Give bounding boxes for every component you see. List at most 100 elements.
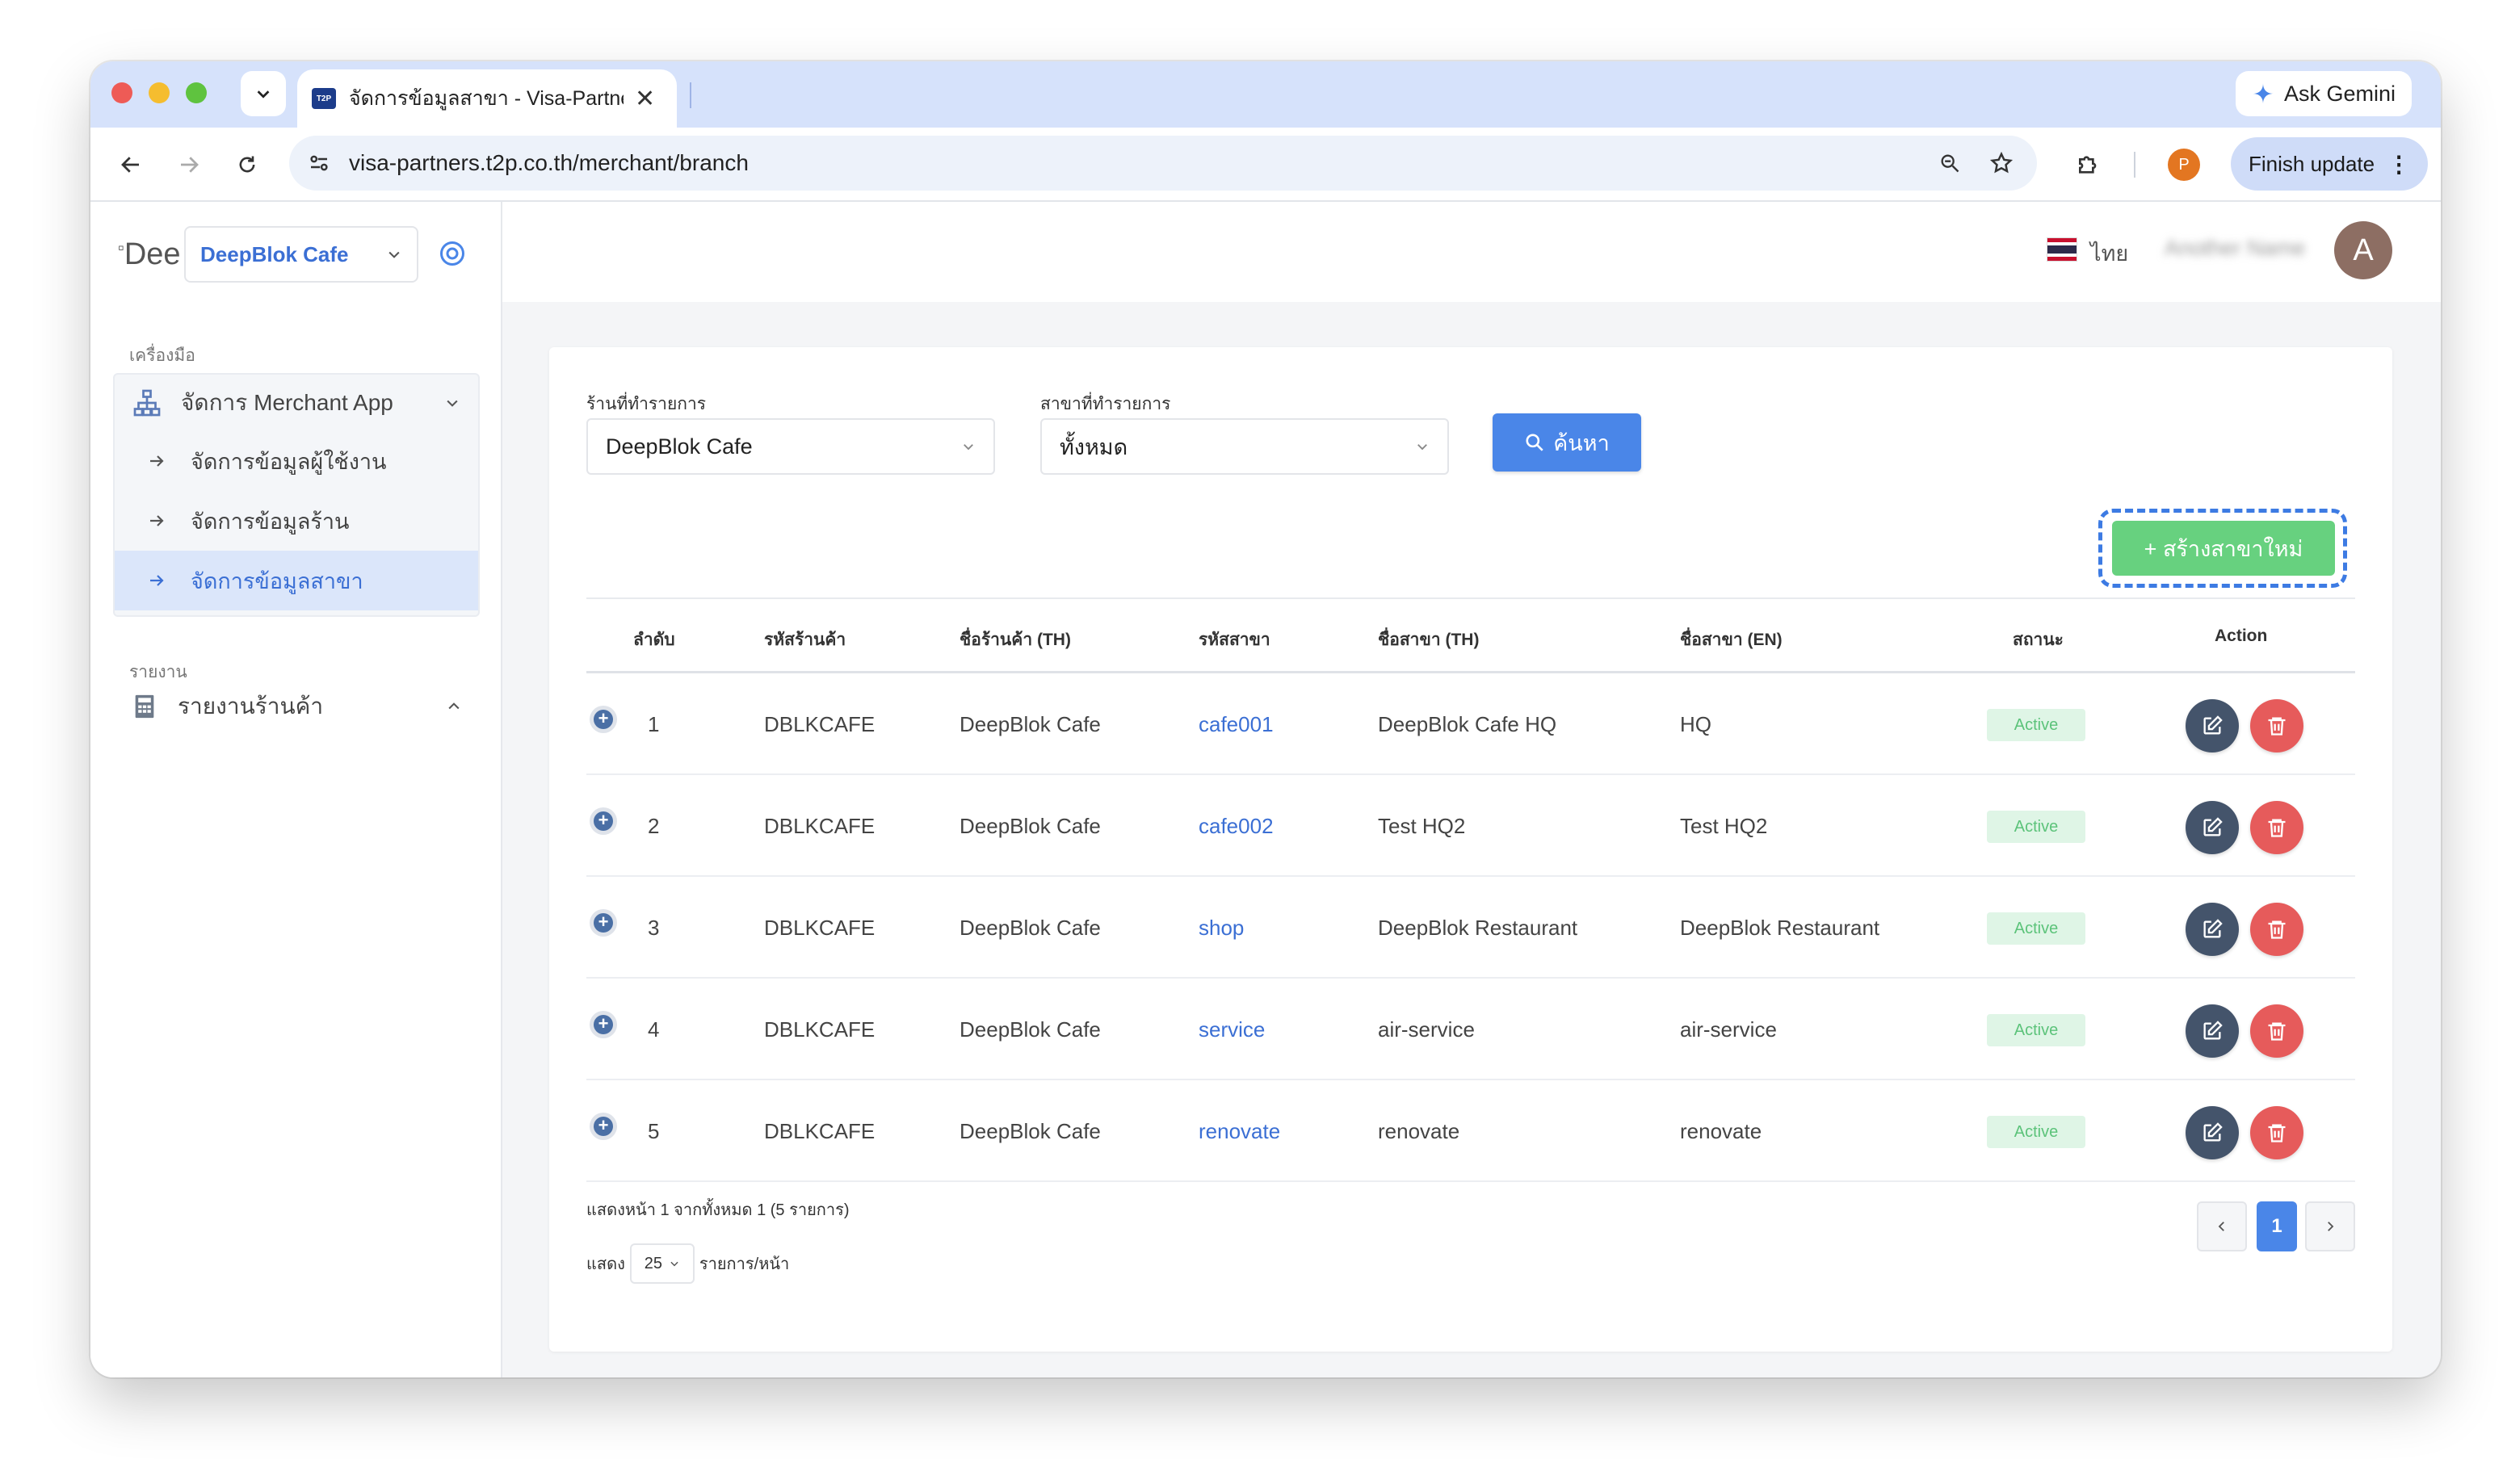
sidebar-item-label: จัดการข้อมูลร้าน bbox=[191, 509, 350, 534]
sidebar-item-stores[interactable]: จัดการข้อมูลร้าน bbox=[115, 491, 478, 551]
plus-icon: + bbox=[594, 811, 613, 831]
sidebar-item-users[interactable]: จัดการข้อมูลผู้ใช้งาน bbox=[115, 431, 478, 491]
sidebar: ▫DeepBlok DeepBlok Cafe เครื่องมือ จัดกา… bbox=[90, 202, 502, 1377]
chevron-down-icon bbox=[964, 444, 973, 451]
edit-button[interactable] bbox=[2186, 1004, 2239, 1058]
expand-row-button[interactable]: + bbox=[590, 1011, 617, 1038]
chevron-left-icon bbox=[2218, 1222, 2224, 1231]
branch-name-en: DeepBlok Restaurant bbox=[1680, 916, 1880, 940]
back-button[interactable] bbox=[111, 145, 150, 184]
expand-row-button[interactable]: + bbox=[590, 807, 617, 835]
store-selector[interactable]: DeepBlok Cafe bbox=[184, 226, 418, 283]
close-window-button[interactable] bbox=[111, 82, 132, 103]
arrow-left-icon bbox=[121, 157, 139, 173]
store-selector-value: DeepBlok Cafe bbox=[200, 241, 349, 266]
profile-avatar[interactable]: P bbox=[2168, 149, 2200, 181]
star-icon bbox=[1989, 151, 2014, 174]
tab-close-icon[interactable]: ✕ bbox=[635, 85, 655, 113]
branch-name-th: DeepBlok Restaurant bbox=[1378, 916, 1578, 940]
reload-button[interactable] bbox=[228, 145, 267, 184]
column-header: รหัสสาขา bbox=[1199, 631, 1270, 649]
store-filter-select[interactable]: DeepBlok Cafe bbox=[586, 418, 995, 475]
menu-item-merchant-app[interactable]: จัดการ Merchant App bbox=[115, 375, 478, 431]
tab-list-button[interactable] bbox=[241, 71, 286, 116]
edit-button[interactable] bbox=[2186, 903, 2239, 956]
branch-code-link[interactable]: cafe002 bbox=[1199, 814, 1274, 839]
sidebar-item-branches[interactable]: จัดการข้อมูลสาขา bbox=[115, 551, 478, 610]
expand-row-button[interactable]: + bbox=[590, 909, 617, 937]
page-1-button[interactable]: 1 bbox=[2257, 1201, 2297, 1251]
table-header: ลำดับ รหัสร้านค้า ชื่อร้านค้า (TH) รหัสส… bbox=[586, 597, 2355, 673]
branch-code-link[interactable]: shop bbox=[1199, 916, 1244, 941]
browser-toolbar: visa-partners.t2p.co.th/merchant/branch … bbox=[90, 128, 2441, 202]
table-row: + 5 DBLKCAFE DeepBlok Cafe renovate reno… bbox=[586, 1080, 2355, 1182]
bookmark-button[interactable] bbox=[1984, 145, 2019, 181]
status-badge: Active bbox=[1987, 811, 2085, 843]
delete-button[interactable] bbox=[2250, 1106, 2303, 1159]
extensions-button[interactable] bbox=[2069, 145, 2108, 184]
trash-icon bbox=[2268, 1124, 2286, 1142]
address-bar[interactable]: visa-partners.t2p.co.th/merchant/branch bbox=[289, 136, 2037, 191]
pagination-info: แสดงหน้า 1 จากทั้งหมด 1 (5 รายการ) bbox=[586, 1201, 850, 1219]
browser-tab[interactable]: T2P จัดการข้อมูลสาขา - Visa-Partners ✕ bbox=[297, 69, 677, 128]
zoom-button[interactable] bbox=[1932, 145, 1967, 181]
expand-row-button[interactable]: + bbox=[590, 1113, 617, 1140]
forward-button[interactable] bbox=[170, 145, 208, 184]
branch-name-th: DeepBlok Cafe HQ bbox=[1378, 712, 1557, 736]
plus-icon: + bbox=[594, 913, 613, 933]
menu-item-label: จัดการ Merchant App bbox=[181, 390, 393, 415]
page-size-select[interactable]: 25 bbox=[629, 1243, 695, 1284]
logo-alt-text: DeepBlok bbox=[124, 237, 183, 271]
minimize-window-button[interactable] bbox=[149, 82, 170, 103]
branch-filter-select[interactable]: ทั้งหมด bbox=[1040, 418, 1449, 475]
maximize-window-button[interactable] bbox=[186, 82, 207, 103]
chevron-down-icon bbox=[1417, 444, 1427, 451]
status-badge: Active bbox=[1987, 1014, 2085, 1046]
search-button[interactable]: ค้นหา bbox=[1493, 413, 1641, 472]
menu-item-label: รายงานร้านค้า bbox=[178, 694, 324, 719]
target-button[interactable] bbox=[438, 239, 467, 268]
thai-flag-icon[interactable] bbox=[2047, 237, 2077, 262]
section-label-tools: เครื่องมือ bbox=[129, 346, 195, 365]
reload-icon bbox=[239, 156, 255, 173]
delete-button[interactable] bbox=[2250, 801, 2303, 854]
gemini-sparkle-icon bbox=[2253, 83, 2274, 104]
puzzle-icon bbox=[2079, 156, 2097, 174]
merchant-name: DeepBlok Cafe bbox=[960, 712, 1101, 736]
show-label: แสดง bbox=[586, 1256, 625, 1273]
merchant-name: DeepBlok Cafe bbox=[960, 1017, 1101, 1042]
store-filter-value: DeepBlok Cafe bbox=[606, 434, 753, 459]
user-avatar[interactable]: A bbox=[2334, 221, 2392, 279]
merchant-name: DeepBlok Cafe bbox=[960, 1119, 1101, 1143]
expand-row-button[interactable]: + bbox=[590, 706, 617, 733]
next-page-button[interactable] bbox=[2305, 1201, 2355, 1251]
chevron-down-icon bbox=[447, 400, 458, 407]
edit-icon bbox=[2203, 715, 2223, 735]
branch-code-link[interactable]: service bbox=[1199, 1017, 1265, 1042]
branch-name-en: air-service bbox=[1680, 1017, 1777, 1042]
menu-item-store-report[interactable]: รายงานร้านค้า bbox=[113, 678, 480, 735]
merchant-code: DBLKCAFE bbox=[764, 1017, 876, 1042]
column-header: ชื่อสาขา (TH) bbox=[1378, 631, 1480, 649]
store-filter-label: ร้านที่ทำรายการ bbox=[586, 395, 707, 413]
delete-button[interactable] bbox=[2250, 903, 2303, 956]
ask-gemini-button[interactable]: Ask Gemini bbox=[2235, 71, 2412, 116]
delete-button[interactable] bbox=[2250, 1004, 2303, 1058]
search-button-label: ค้นหา bbox=[1553, 430, 1610, 455]
column-header: ชื่อสาขา (EN) bbox=[1680, 631, 1783, 649]
edit-button[interactable] bbox=[2186, 1106, 2239, 1159]
prev-page-button[interactable] bbox=[2197, 1201, 2247, 1251]
edit-button[interactable] bbox=[2186, 699, 2239, 752]
table-row: + 1 DBLKCAFE DeepBlok Cafe cafe001 DeepB… bbox=[586, 673, 2355, 775]
branch-code-link[interactable]: cafe001 bbox=[1199, 712, 1274, 737]
row-number: 4 bbox=[648, 1017, 660, 1042]
column-header: ชื่อร้านค้า (TH) bbox=[960, 631, 1071, 649]
arrow-right-icon bbox=[150, 455, 164, 467]
create-branch-button[interactable]: + สร้างสาขาใหม่ bbox=[2112, 521, 2335, 576]
zoom-icon bbox=[1941, 154, 1959, 173]
branch-code-link[interactable]: renovate bbox=[1199, 1119, 1280, 1144]
language-selector[interactable]: ไทย bbox=[2090, 236, 2128, 270]
delete-button[interactable] bbox=[2250, 699, 2303, 752]
finish-update-button[interactable]: Finish update ⋮ bbox=[2231, 137, 2428, 191]
edit-button[interactable] bbox=[2186, 801, 2239, 854]
